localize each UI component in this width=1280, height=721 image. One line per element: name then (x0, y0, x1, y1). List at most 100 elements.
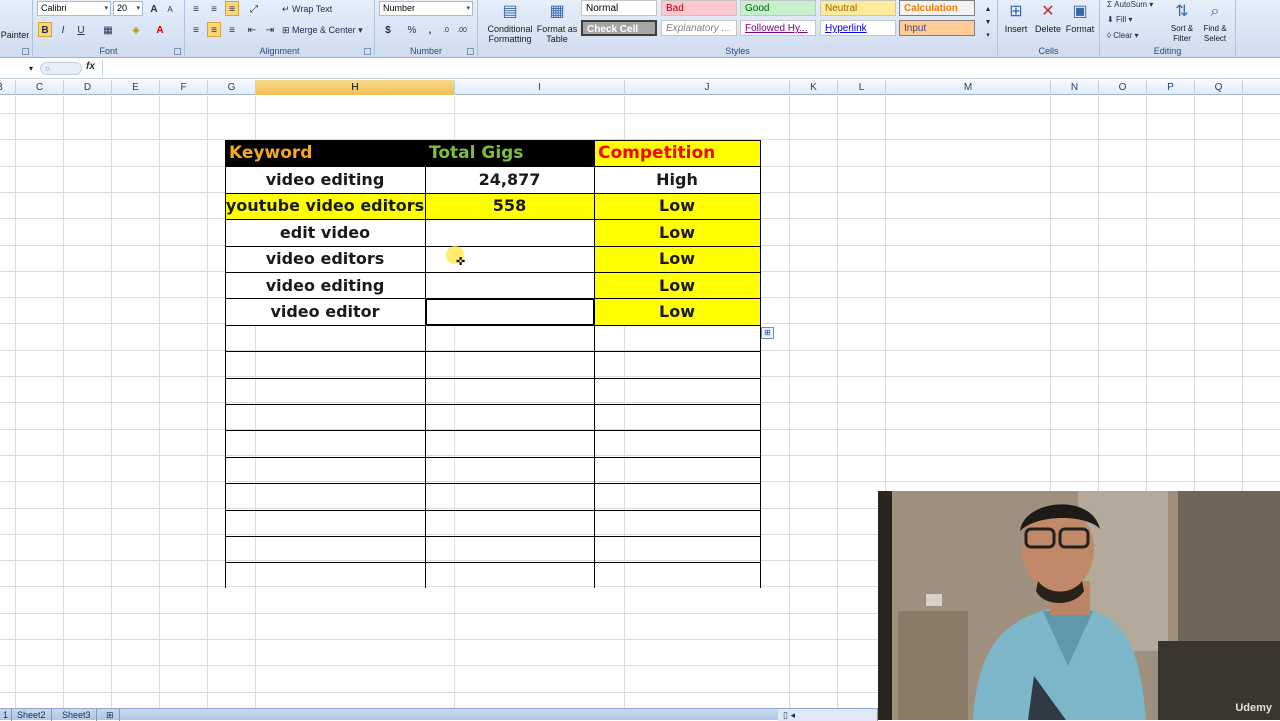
align-center-icon[interactable]: ≡ (207, 22, 221, 37)
shrink-font-button[interactable]: A (163, 1, 177, 16)
keyword-cell[interactable]: video editors (225, 245, 425, 272)
column-header-q[interactable]: Q (1195, 80, 1243, 95)
competition-cell[interactable]: High (594, 166, 760, 193)
keyword-cell[interactable]: video editor (225, 298, 425, 325)
cell-style-1[interactable]: Bad (661, 0, 737, 16)
column-header-f[interactable]: F (160, 80, 208, 95)
currency-button[interactable]: $ (381, 22, 395, 37)
clipboard-launcher-icon[interactable] (22, 48, 29, 55)
sheet-tab[interactable]: Sheet2 (12, 709, 52, 721)
column-header-n[interactable]: N (1051, 80, 1099, 95)
keyword-cell[interactable]: youtube video editors (225, 192, 425, 220)
orientation-icon[interactable]: ⤢ (247, 1, 261, 16)
decrease-decimal-icon[interactable]: .00 (455, 22, 469, 37)
name-box-dropdown-icon[interactable]: ▾ (0, 61, 36, 76)
cell-style-5[interactable]: Check Cell (581, 20, 657, 36)
number-format-select[interactable]: Number ▾ (379, 1, 473, 16)
underline-button[interactable]: U (74, 22, 88, 37)
keyword-cell[interactable]: video editing (225, 166, 425, 193)
italic-button[interactable]: I (56, 22, 70, 37)
percent-button[interactable]: % (405, 22, 419, 37)
autosum-button[interactable]: Σ AutoSum ▾ (1106, 0, 1166, 11)
column-header-j[interactable]: J (625, 80, 790, 95)
cell-style-2[interactable]: Good (740, 0, 816, 16)
align-top-icon[interactable]: ≡ (189, 1, 203, 16)
competition-cell[interactable]: Low (594, 298, 760, 325)
number-launcher-icon[interactable] (467, 48, 474, 55)
alignment-launcher-icon[interactable] (364, 48, 371, 55)
font-size-select[interactable]: 20 ▾ (113, 1, 143, 16)
fill-color-icon[interactable]: ◈ (129, 22, 143, 37)
paste-options-icon[interactable]: ⊞ (761, 327, 774, 339)
total-gigs-cell[interactable] (425, 272, 594, 299)
align-middle-icon[interactable]: ≡ (207, 1, 221, 16)
keyword-cell[interactable]: video editing (225, 272, 425, 299)
column-header-g[interactable]: G (208, 80, 256, 95)
font-launcher-icon[interactable] (174, 48, 181, 55)
format-as-table-button[interactable]: ▦ Format as Table (536, 2, 578, 44)
column-header-k[interactable]: K (790, 80, 838, 95)
format-button[interactable]: ▣ Format (1064, 2, 1096, 34)
column-header-o[interactable]: O (1099, 80, 1147, 95)
bold-button[interactable]: B (38, 22, 52, 37)
fill-button[interactable]: ⬇ Fill ▾ (1106, 11, 1156, 26)
horizontal-scrollbar[interactable]: ▯ ◂ (778, 709, 878, 721)
sort-filter-button[interactable]: ⇅ Sort & Filter (1166, 2, 1198, 44)
format-painter-button[interactable]: Painter (0, 30, 30, 40)
insert-function-button[interactable]: fx (86, 61, 95, 72)
column-header-p[interactable]: P (1147, 80, 1195, 95)
column-header-c[interactable]: C (16, 80, 64, 95)
cell-style-0[interactable]: Normal (581, 0, 657, 16)
cell-style-8[interactable]: Hyperlink (820, 20, 896, 36)
table-header-cell[interactable]: Keyword (225, 140, 425, 167)
column-header-m[interactable]: M (886, 80, 1051, 95)
increase-indent-icon[interactable]: ⇥ (263, 22, 277, 37)
column-header-e[interactable]: E (112, 80, 160, 95)
align-right-icon[interactable]: ≡ (225, 22, 239, 37)
increase-decimal-icon[interactable]: .0 (439, 22, 453, 37)
comma-button[interactable]: , (423, 22, 437, 37)
grow-font-button[interactable]: A (147, 1, 161, 16)
cell-style-7[interactable]: Followed Hy... (740, 20, 816, 36)
cell-style-9[interactable]: Input (899, 20, 975, 36)
decrease-indent-icon[interactable]: ⇤ (245, 22, 259, 37)
total-gigs-cell[interactable] (425, 219, 594, 246)
column-header-h[interactable]: H (256, 80, 455, 95)
competition-cell[interactable]: Low (594, 245, 760, 272)
gallery-more-icon[interactable]: ▾ (981, 27, 995, 42)
conditional-formatting-button[interactable]: ▤ Conditional Formatting (482, 2, 538, 44)
keyword-cell[interactable]: edit video (225, 219, 425, 246)
font-family-select[interactable]: Calibri ▾ (37, 1, 111, 16)
align-left-icon[interactable]: ≡ (189, 22, 203, 37)
cell-style-4[interactable]: Calculation (899, 0, 975, 16)
find-select-button[interactable]: ⌕ Find & Select (1198, 2, 1232, 44)
insert-sheet-icon[interactable]: ⊞ (101, 709, 120, 721)
formula-input[interactable] (102, 60, 1280, 77)
sheet-tab[interactable]: Sheet3 (57, 709, 97, 721)
column-header-b[interactable]: B (0, 80, 16, 95)
merge-center-button[interactable]: ⊞ Merge & Center ▾ (281, 22, 371, 37)
cell-style-6[interactable]: Explanatory ... (661, 20, 737, 36)
total-gigs-cell[interactable]: 24,877 (425, 166, 594, 193)
formula-search-input[interactable]: ○ (40, 62, 82, 75)
delete-button[interactable]: ✕ Delete (1032, 2, 1064, 34)
wrap-text-button[interactable]: ↵ Wrap Text (281, 1, 351, 16)
tab-scroll-icon[interactable]: 1 (0, 709, 13, 721)
column-header-l[interactable]: L (838, 80, 886, 95)
column-header-d[interactable]: D (64, 80, 112, 95)
table-header-cell[interactable]: Competition (594, 140, 760, 167)
table-header-cell[interactable]: Total Gigs (425, 140, 594, 167)
cell-style-3[interactable]: Neutral (820, 0, 896, 16)
merge-icon: ⊞ (282, 25, 293, 35)
column-header-i[interactable]: I (455, 80, 625, 95)
borders-icon[interactable]: ▦ (101, 22, 115, 37)
competition-cell[interactable]: Low (594, 192, 760, 220)
delete-icon: ✕ (1041, 3, 1055, 20)
align-bottom-icon[interactable]: ≡ (225, 1, 239, 16)
competition-cell[interactable]: Low (594, 219, 760, 246)
competition-cell[interactable]: Low (594, 272, 760, 299)
font-color-icon[interactable]: A (153, 22, 167, 37)
clear-button[interactable]: ◊ Clear ▾ (1106, 27, 1156, 42)
total-gigs-cell[interactable]: 558 (425, 192, 594, 220)
insert-button[interactable]: ⊞ Insert (1000, 2, 1032, 34)
